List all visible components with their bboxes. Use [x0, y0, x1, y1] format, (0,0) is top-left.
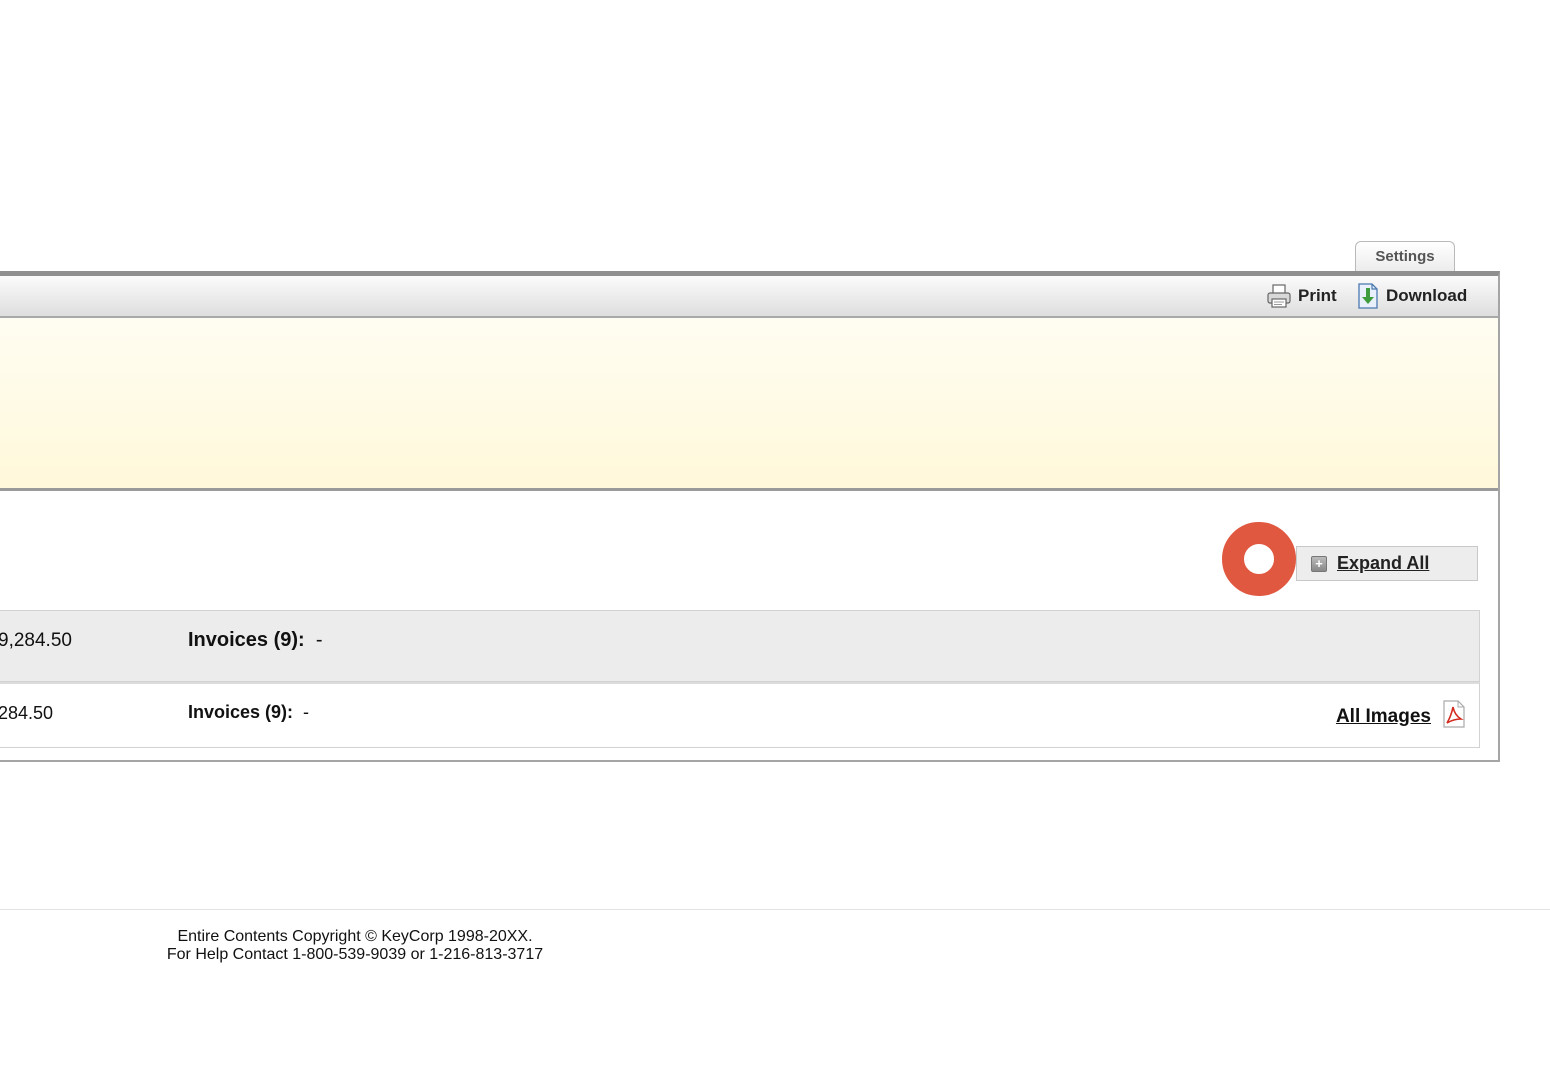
plus-square-icon: +	[1311, 555, 1327, 572]
detail-invoices-label: Invoices (9):	[188, 702, 294, 722]
expand-all-button[interactable]: + Expand All	[1296, 546, 1478, 581]
footer: Entire Contents Copyright © KeyCorp 1998…	[140, 928, 570, 964]
settings-tab-label: Settings	[1375, 248, 1435, 265]
print-label: Print	[1298, 286, 1337, 305]
settings-tab[interactable]: Settings	[1355, 241, 1455, 271]
detail-invoices: Invoices (9): -	[188, 702, 309, 723]
download-icon	[1356, 282, 1380, 310]
summary-invoices: Invoices (9): -	[188, 629, 323, 652]
expand-all-label: Expand All	[1337, 553, 1430, 573]
all-images-link[interactable]: All Images	[1336, 700, 1467, 733]
summary-invoices-label: Invoices (9):	[188, 629, 305, 651]
detail-row: 284.50 Invoices (9): - All Images	[0, 682, 1480, 748]
report-panel: Print Download + Expand All 9,284.50 Inv…	[0, 271, 1500, 762]
click-indicator	[1222, 522, 1296, 596]
page: Settings Print Download + Expand All 9,2…	[0, 0, 1550, 1087]
pdf-icon	[1441, 700, 1467, 733]
print-button[interactable]: Print	[1266, 282, 1337, 310]
all-images-label: All Images	[1335, 705, 1431, 727]
footer-divider	[0, 909, 1550, 910]
printer-icon	[1266, 283, 1292, 309]
download-label: Download	[1386, 286, 1468, 305]
toolbar: Print Download	[0, 276, 1498, 318]
summary-amount: 9,284.50	[0, 630, 72, 651]
info-banner	[0, 318, 1498, 491]
summary-invoices-value: -	[315, 629, 323, 651]
detail-invoices-value: -	[303, 702, 310, 722]
detail-amount: 284.50	[0, 703, 54, 723]
footer-help: For Help Contact 1-800-539-9039 or 1-216…	[166, 946, 544, 963]
summary-row[interactable]: 9,284.50 Invoices (9): -	[0, 610, 1480, 682]
footer-copyright: Entire Contents Copyright © KeyCorp 1998…	[177, 928, 533, 945]
download-button[interactable]: Download	[1356, 282, 1467, 310]
